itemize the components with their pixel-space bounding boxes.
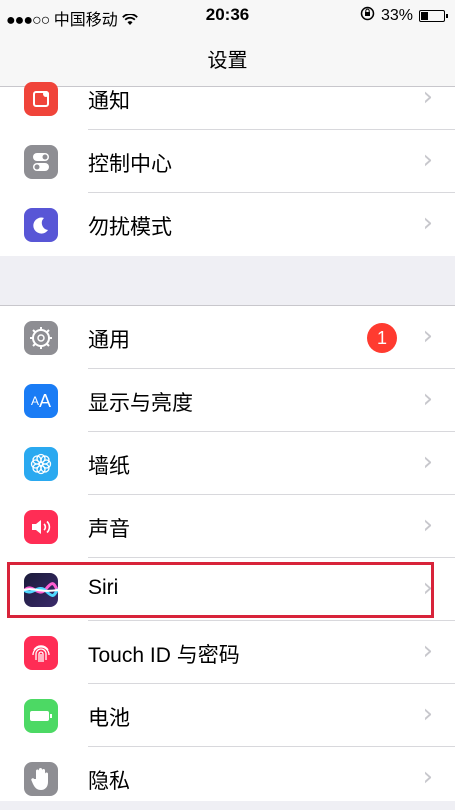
- control-center-icon: [24, 145, 58, 179]
- settings-group-1: 通知 › 控制中心 › 勿扰模式 ›: [0, 82, 455, 256]
- settings-row-label: 通知: [88, 89, 130, 113]
- settings-row-label: 通用: [88, 328, 130, 352]
- settings-row-control-center[interactable]: 控制中心 ›: [0, 130, 455, 193]
- settings-row-label: 墙纸: [88, 454, 130, 478]
- rotation-lock-icon: [360, 6, 375, 26]
- settings-row-display[interactable]: AA 显示与亮度 ›: [0, 369, 455, 432]
- settings-row-label: Touch ID 与密码: [88, 644, 240, 667]
- battery-percent: 33%: [380, 7, 413, 24]
- battery-icon: [419, 10, 448, 22]
- settings-row-general[interactable]: 通用 1 ›: [0, 306, 455, 369]
- chevron-right-icon: ›: [422, 762, 433, 792]
- fingerprint-icon: [24, 636, 58, 670]
- settings-group-2: 通用 1 › AA 显示与亮度 › 墙纸 › 声音 › Siri › Touch…: [0, 305, 455, 801]
- sound-icon: [24, 510, 58, 544]
- settings-row-wallpaper[interactable]: 墙纸 ›: [0, 432, 455, 495]
- settings-row-label: 隐私: [88, 769, 130, 793]
- chevron-right-icon: ›: [422, 145, 433, 175]
- chevron-right-icon: ›: [422, 510, 433, 540]
- notification-badge: 1: [367, 323, 397, 353]
- status-bar: ●●●○○ 中国移动 20:36 33%: [0, 0, 455, 30]
- settings-row-label: 电池: [88, 706, 130, 730]
- settings-row-label: 控制中心: [88, 152, 172, 176]
- settings-row-touch-id[interactable]: Touch ID 与密码 ›: [0, 621, 455, 684]
- settings-row-privacy[interactable]: 隐私 ›: [0, 747, 455, 810]
- settings-row-sounds[interactable]: 声音 ›: [0, 495, 455, 558]
- hand-icon: [24, 762, 58, 796]
- moon-icon: [24, 208, 58, 242]
- settings-row-label: 声音: [88, 517, 130, 541]
- chevron-right-icon: ›: [422, 208, 433, 238]
- siri-highlight-box: [7, 562, 434, 618]
- chevron-right-icon: ›: [422, 321, 433, 351]
- settings-row-notifications[interactable]: 通知 ›: [0, 67, 455, 130]
- settings-row-label: 勿扰模式: [88, 215, 172, 239]
- chevron-right-icon: ›: [422, 699, 433, 729]
- chevron-right-icon: ›: [422, 447, 433, 477]
- status-right: 33%: [360, 6, 448, 26]
- battery-icon: [24, 699, 58, 733]
- settings-row-label: 显示与亮度: [88, 391, 193, 415]
- display-icon: AA: [24, 384, 58, 418]
- settings-row-do-not-disturb[interactable]: 勿扰模式 ›: [0, 193, 455, 256]
- notifications-icon: [24, 82, 58, 116]
- chevron-right-icon: ›: [422, 82, 433, 112]
- settings-row-battery[interactable]: 电池 ›: [0, 684, 455, 747]
- gear-icon: [24, 321, 58, 355]
- chevron-right-icon: ›: [422, 384, 433, 414]
- chevron-right-icon: ›: [422, 636, 433, 666]
- wallpaper-icon: [24, 447, 58, 481]
